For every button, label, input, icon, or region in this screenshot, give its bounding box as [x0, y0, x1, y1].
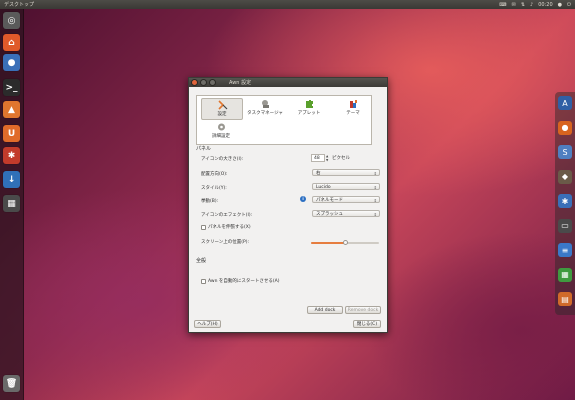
launcher: ◎ ⌂ ● >_ ▲ U ✱ ↓ ▦ 🗑	[0, 9, 24, 400]
tab-advanced[interactable]: 詳細設定	[201, 121, 241, 141]
indicator-area: ⌨ ✉ ⇅ ♪ 00:20 ● ⏻	[499, 0, 571, 9]
behavior-label: 挙動(B):	[201, 199, 219, 204]
maximize-window-button[interactable]	[209, 79, 216, 86]
tab-label: 詳細設定	[212, 134, 230, 139]
icon-effect-combo[interactable]: スプラッシュ ⇕	[312, 210, 380, 217]
screen-position-slider[interactable]	[311, 240, 379, 245]
ubuntu-one-icon[interactable]: U	[3, 125, 20, 142]
close-button[interactable]: 閉じる(C)	[353, 320, 381, 328]
minimize-window-button[interactable]	[200, 79, 207, 86]
settings-tab-bar: 設定 タスクマネージャ アプレット テーマ 詳細設定	[196, 95, 372, 145]
slider-fill	[311, 242, 345, 244]
advanced-gear-icon	[217, 123, 225, 131]
writer-icon[interactable]: ≡	[558, 243, 572, 257]
tab-applets[interactable]: アプレット	[289, 98, 329, 118]
remove-dock-button[interactable]: Remove dock	[345, 306, 381, 314]
add-dock-button[interactable]: Add dock	[307, 306, 343, 314]
chevron-updown-icon: ⇕	[373, 198, 377, 203]
icon-size-label: アイコンの大きさ(I):	[201, 157, 244, 162]
task-manager-icon	[261, 100, 269, 108]
tab-label: アプレット	[297, 111, 321, 116]
active-window-title: デスクトップ	[4, 2, 35, 8]
calc-icon[interactable]: ▦	[558, 267, 572, 282]
tab-label: テーマ	[346, 111, 360, 116]
orientation-combo[interactable]: 右 ⇕	[312, 169, 380, 176]
info-icon[interactable]: i	[300, 196, 306, 202]
network-icon[interactable]: ⇅	[521, 2, 525, 8]
autostart-label[interactable]: Awn を自動的にスタートさせる(A)	[208, 278, 279, 284]
orientation-value: 右	[316, 171, 321, 176]
impress-icon[interactable]: ▤	[558, 292, 572, 306]
slider-knob[interactable]	[342, 240, 348, 245]
window-titlebar[interactable]: Awn 設定	[189, 78, 387, 87]
top-panel: デスクトップ ⌨ ✉ ⇅ ♪ 00:20 ● ⏻	[0, 0, 575, 9]
awn-dock: A ● S ◆ ✱ ▭ ≡ ▦ ▤	[555, 92, 575, 315]
icon-effect-value: スプラッシュ	[316, 212, 343, 217]
screen-position-label: スクリーン上の位置(P):	[201, 240, 250, 245]
home-folder-icon[interactable]: ⌂	[3, 34, 20, 51]
expand-panel-checkbox[interactable]	[201, 225, 206, 230]
puzzle-icon	[305, 100, 313, 108]
tab-label: 設定	[217, 112, 227, 117]
user-icon[interactable]: ●	[558, 2, 562, 8]
terminal-icon[interactable]: >_	[3, 79, 20, 96]
icon-size-unit: ピクセル	[332, 156, 350, 161]
monitor-icon[interactable]: ▭	[558, 218, 572, 233]
software-center-icon[interactable]: ▲	[3, 101, 20, 118]
dash-home-icon[interactable]: ◎	[3, 12, 20, 29]
firefox-icon[interactable]: ●	[558, 120, 572, 135]
theme-icon	[349, 100, 357, 108]
firefox-icon[interactable]: ●	[3, 54, 20, 71]
style-label: スタイル(Y):	[201, 186, 227, 191]
power-icon[interactable]: ⏻	[567, 2, 571, 8]
style-value: Lucido	[316, 185, 331, 190]
tab-preferences[interactable]: 設定	[201, 98, 243, 120]
style-combo[interactable]: Lucido ⇕	[312, 183, 380, 190]
awn-manager-icon[interactable]: A	[558, 96, 572, 110]
tab-label: タスクマネージャ	[247, 111, 283, 116]
panel-section-title: パネル	[196, 146, 212, 152]
chevron-updown-icon: ⇕	[373, 171, 377, 176]
behavior-value: パネルモード	[316, 198, 343, 203]
awn-settings-window: Awn 設定 設定 タスクマネージャ アプレット テーマ 詳細設定 パネル アイ…	[188, 77, 388, 333]
mail-icon[interactable]: ✉	[512, 2, 516, 8]
chevron-updown-icon: ⇕	[373, 212, 377, 217]
clock[interactable]: 00:20	[538, 2, 552, 8]
spinner-arrows-icon[interactable]: ▲ ▼	[326, 154, 328, 162]
settings-icon[interactable]: ✱	[3, 147, 20, 164]
close-window-button[interactable]	[191, 79, 198, 86]
tab-themes[interactable]: テーマ	[333, 98, 373, 118]
general-section-title: 全般	[196, 258, 207, 264]
keyboard-icon[interactable]: ⌨	[499, 2, 506, 8]
trash-icon[interactable]: 🗑	[3, 375, 20, 392]
window-title: Awn 設定	[229, 80, 252, 86]
settings-icon[interactable]: ✱	[558, 194, 572, 208]
workspaces-icon[interactable]: ▦	[3, 195, 20, 212]
autostart-checkbox[interactable]	[201, 279, 206, 284]
behavior-combo[interactable]: パネルモード ⇕	[312, 196, 380, 203]
chevron-updown-icon: ⇕	[373, 185, 377, 190]
preferences-icon	[217, 100, 227, 110]
tab-task-manager[interactable]: タスクマネージャ	[245, 98, 285, 118]
help-button[interactable]: ヘルプ(H)	[194, 320, 221, 328]
update-manager-icon[interactable]: ↓	[3, 171, 20, 188]
expand-panel-label[interactable]: パネルを伸張する(X)	[208, 224, 251, 230]
icon-size-spinner[interactable]: 48	[311, 154, 325, 162]
icon-effect-label: アイコンのエフェクト(I):	[201, 213, 253, 218]
orientation-label: 配置方向(O):	[201, 172, 228, 177]
volume-icon[interactable]: ♪	[530, 2, 533, 8]
gimp-icon[interactable]: ◆	[558, 169, 572, 184]
dock-app-icon[interactable]: S	[558, 145, 572, 159]
